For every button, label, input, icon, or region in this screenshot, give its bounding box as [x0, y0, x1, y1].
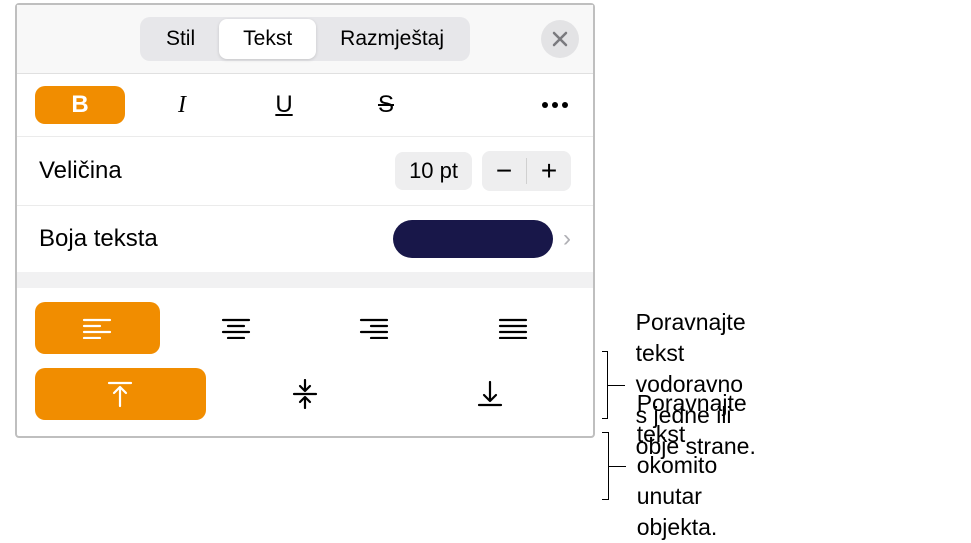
dot-icon — [562, 102, 568, 108]
size-stepper: − + — [482, 151, 571, 191]
italic-button[interactable]: I — [137, 86, 227, 124]
italic-icon: I — [178, 92, 186, 119]
vertical-align-row — [35, 368, 575, 420]
section-gap — [17, 272, 593, 288]
color-label: Boja teksta — [39, 225, 158, 253]
text-color-row: Boja teksta › — [17, 206, 593, 272]
dot-icon — [542, 102, 548, 108]
chevron-right-icon[interactable]: › — [563, 225, 571, 253]
align-left-icon — [82, 317, 112, 339]
tab-group: Stil Tekst Razmještaj — [140, 17, 470, 61]
panel-header: Stil Tekst Razmještaj — [17, 5, 593, 74]
align-left-button[interactable] — [35, 302, 160, 354]
valign-bottom-button[interactable] — [404, 368, 575, 420]
valign-bottom-icon — [477, 380, 503, 408]
bold-button[interactable]: B — [35, 86, 125, 124]
size-decrease-button[interactable]: − — [482, 151, 526, 191]
underline-button[interactable]: U — [239, 86, 329, 124]
tab-tekst[interactable]: Tekst — [219, 19, 316, 59]
size-value[interactable]: 10 pt — [395, 152, 472, 190]
alignment-section — [17, 288, 593, 436]
valign-middle-button[interactable] — [220, 368, 391, 420]
align-center-button[interactable] — [174, 302, 299, 354]
font-size-row: Veličina 10 pt − + — [17, 137, 593, 206]
align-justify-icon — [498, 317, 528, 339]
close-button[interactable] — [541, 20, 579, 58]
close-icon — [552, 31, 568, 47]
underline-icon: U — [275, 91, 292, 119]
callout-vertical-text: Poravnajte tekst okomito unutar objekta. — [637, 388, 760, 543]
bold-icon: B — [71, 91, 88, 119]
bracket-icon — [602, 432, 609, 500]
color-controls: › — [393, 220, 571, 258]
align-justify-button[interactable] — [451, 302, 576, 354]
tab-stil[interactable]: Stil — [142, 19, 219, 59]
dot-icon — [552, 102, 558, 108]
size-increase-button[interactable]: + — [527, 151, 571, 191]
strikethrough-button[interactable]: S — [341, 86, 431, 124]
align-right-button[interactable] — [312, 302, 437, 354]
align-center-icon — [221, 317, 251, 339]
valign-top-button[interactable] — [35, 368, 206, 420]
size-controls: 10 pt − + — [395, 151, 571, 191]
tab-razmjestaj[interactable]: Razmještaj — [316, 19, 468, 59]
more-options-button[interactable] — [535, 102, 575, 108]
text-format-panel: Stil Tekst Razmještaj B I U S Veličin — [15, 3, 595, 438]
valign-middle-icon — [292, 379, 318, 409]
strikethrough-icon: S — [378, 91, 394, 119]
color-swatch[interactable] — [393, 220, 553, 258]
horizontal-align-row — [35, 302, 575, 354]
align-right-icon — [359, 317, 389, 339]
text-style-row: B I U S — [17, 74, 593, 137]
size-label: Veličina — [39, 157, 122, 185]
callout-vertical: Poravnajte tekst okomito unutar objekta. — [602, 388, 760, 543]
valign-top-icon — [107, 380, 133, 408]
